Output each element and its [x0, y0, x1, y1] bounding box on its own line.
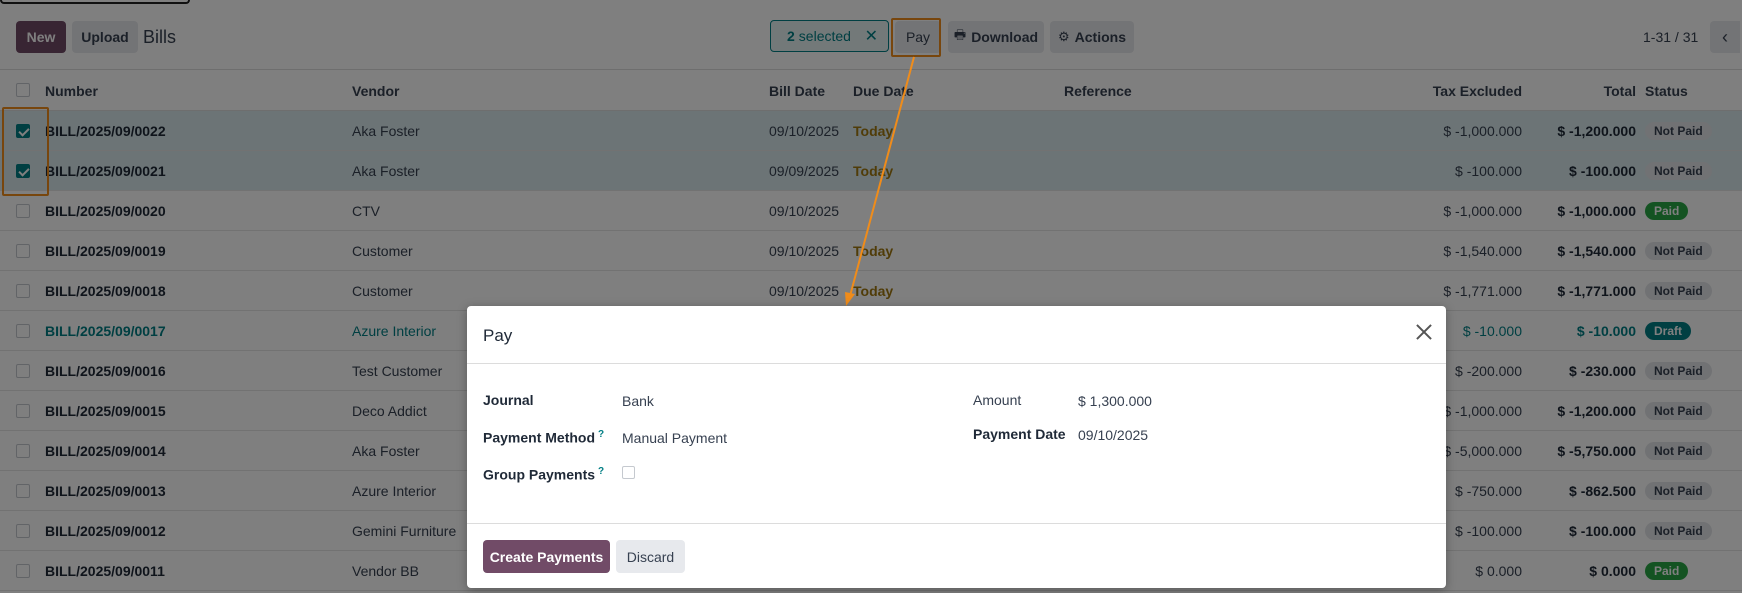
journal-field[interactable]: Bank [622, 393, 654, 409]
dialog-divider-bottom [467, 523, 1446, 524]
discard-button[interactable]: Discard [616, 540, 685, 573]
pay-dialog: Pay Journal Bank Payment Method? Manual … [467, 306, 1446, 588]
payment-date-field[interactable]: 09/10/2025 [1078, 427, 1148, 443]
help-icon[interactable]: ? [598, 466, 604, 477]
close-icon[interactable] [1416, 324, 1432, 340]
app-root: New Upload Bills 2 selected ✕ Pay 🖶 Down… [0, 0, 1742, 593]
dialog-divider-top [467, 363, 1446, 364]
amount-field[interactable]: $ 1,300.000 [1078, 393, 1152, 409]
group-payments-label: Group Payments? [483, 466, 604, 483]
payment-date-label: Payment Date [973, 426, 1066, 442]
payment-method-field[interactable]: Manual Payment [622, 430, 727, 446]
create-payments-button[interactable]: Create Payments [483, 540, 610, 573]
group-payments-label-text: Group Payments [483, 466, 596, 483]
dialog-title: Pay [483, 326, 513, 345]
payment-method-label: Payment Method? [483, 429, 604, 446]
group-payments-checkbox[interactable] [622, 466, 635, 479]
payment-method-label-text: Payment Method [483, 429, 596, 446]
amount-label: Amount [973, 392, 1022, 408]
help-icon[interactable]: ? [598, 429, 604, 440]
journal-label: Journal [483, 392, 534, 408]
